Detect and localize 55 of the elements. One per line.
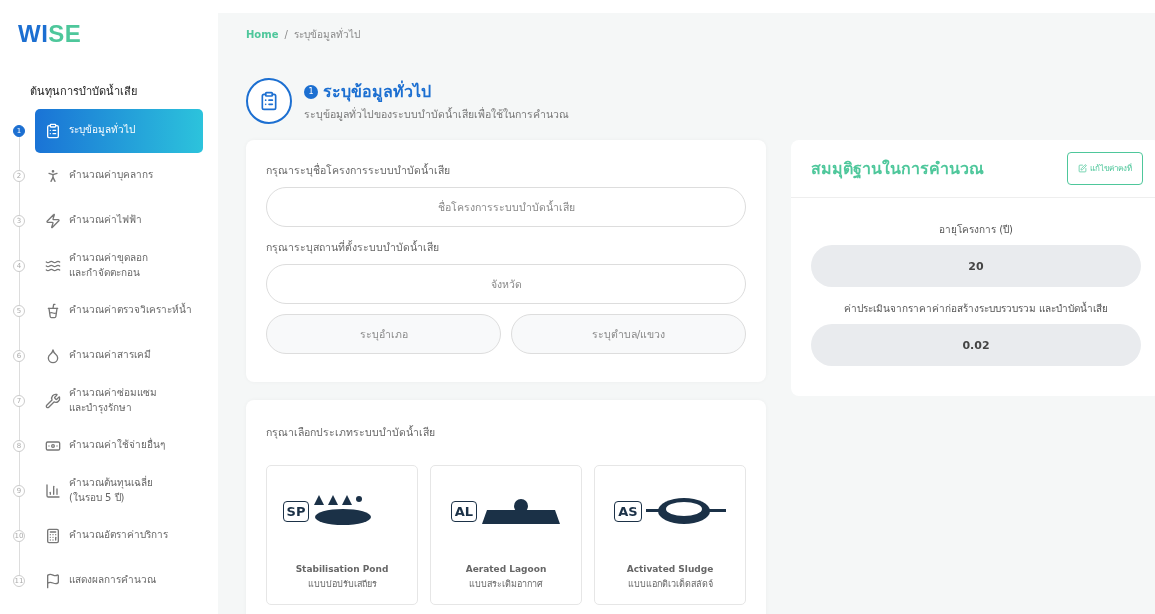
sidebar-item[interactable]: คำนวณต้นทุนเฉลี่ย (ในรอบ 5 ปี)	[35, 476, 203, 505]
value-label: ค่าประเมินจากราคาค่าก่อสร้างระบบรวบรวม และบำบัดน้ำเสีย	[843, 301, 1109, 316]
project-name-field[interactable]: ชื่อโครงการระบบบำบัดน้ำเสีย	[266, 187, 746, 227]
page-title: ระบุข้อมูลทั่วไป	[323, 79, 431, 104]
sidebar-item[interactable]: คำนวณค่าซ่อมแซม และบำรุงรักษา	[35, 386, 203, 415]
system-code: SP	[282, 500, 310, 522]
sidebar-item-icon	[45, 527, 61, 544]
system-name: Stabilisation Pond	[295, 564, 389, 574]
sidebar-heading: ต้นทุนการบำบัดน้ำเสีย	[30, 83, 138, 100]
system-type-card[interactable]: AS Activated Sludge แบบแอกติเวเต็ดสลัดจ์	[594, 465, 746, 605]
lagoon-sun-icon	[481, 496, 562, 526]
value-field: 20	[811, 245, 1141, 287]
system-code: AS	[614, 500, 642, 522]
page-subtitle: ระบุข้อมูลทั่วไปของระบบบำบัดน้ำเสียเพื่อใช้ในการคำนวณ	[304, 106, 569, 123]
value-field: 0.02	[811, 324, 1141, 366]
value-label: อายุโครงการ (ปี)	[939, 223, 1013, 237]
system-name: Aerated Lagoon	[465, 564, 547, 574]
sidebar-item[interactable]: คำนวณค่าบุคลากร	[35, 167, 203, 184]
card-title: สมมุติฐานในการคำนวณ	[811, 158, 984, 181]
system-thai-name: แบบสระเติมอากาศ	[469, 578, 543, 591]
sidebar-item[interactable]: คำนวณค่าใช้จ่ายอื่นๆ	[35, 437, 203, 454]
system-code: AL	[450, 500, 478, 522]
logo: WISE	[18, 20, 83, 48]
breadcrumb-current: ระบุข้อมูลทั่วไป	[293, 27, 360, 42]
step-number: 1	[304, 84, 318, 99]
tank-pipe-icon	[645, 496, 726, 526]
edit-icon	[1078, 164, 1087, 173]
sidebar-item-icon	[45, 392, 61, 409]
sidebar-item[interactable]: คำนวณอัตราค่าบริการ	[35, 527, 203, 544]
system-name: Activated Sludge	[626, 564, 714, 574]
clipboard-icon	[246, 78, 292, 124]
breadcrumb-separator: /	[284, 29, 288, 40]
sidebar-item[interactable]: คำนวณค่าไฟฟ้า	[35, 212, 203, 229]
sidebar-item-icon	[45, 212, 61, 229]
sidebar-item-icon	[45, 482, 61, 499]
sidebar-item-icon	[45, 347, 61, 364]
system-type-card[interactable]: AL Aerated Lagoon แบบสระเติมอากาศ	[430, 465, 582, 605]
district-field[interactable]: ระบุอำเภอ	[266, 314, 501, 354]
field-label: กรุณาเลือกประเภทระบบบำบัดน้ำเสีย	[266, 424, 436, 441]
field-label: กรุณาระบุชื่อโครงการระบบบำบัดน้ำเสีย	[266, 162, 451, 179]
system-thai-name: แบบแอกติเวเต็ดสลัดจ์	[627, 577, 713, 591]
sidebar-item[interactable]: คำนวณค่าสารเคมี	[35, 347, 203, 364]
sidebar-item-icon	[45, 122, 61, 139]
system-type-card[interactable]: SP Stabilisation Pond แบบบ่อปรับเสถียร	[266, 465, 418, 605]
sidebar-item-icon	[45, 572, 61, 589]
system-thai-name: แบบบ่อปรับเสถียร	[307, 578, 377, 591]
subdistrict-field[interactable]: ระบุตำบล/แขวง	[511, 314, 746, 354]
sidebar-item[interactable]: แสดงผลการคำนวณ	[35, 572, 203, 589]
field-label: กรุณาระบุสถานที่ตั้งระบบบำบัดน้ำเสีย	[266, 239, 440, 256]
sidebar-item[interactable]: คำนวณค่าตรวจวิเคราะห์น้ำ	[35, 302, 203, 319]
sidebar-item-icon	[45, 302, 61, 319]
sidebar-item[interactable]: คำนวณค่าขุดลอก และกำจัดตะกอน	[35, 251, 203, 280]
sidebar-item-icon	[45, 167, 61, 184]
province-field[interactable]: จังหวัด	[266, 264, 746, 304]
sidebar-item[interactable]: ระบุข้อมูลทั่วไป	[35, 108, 203, 153]
